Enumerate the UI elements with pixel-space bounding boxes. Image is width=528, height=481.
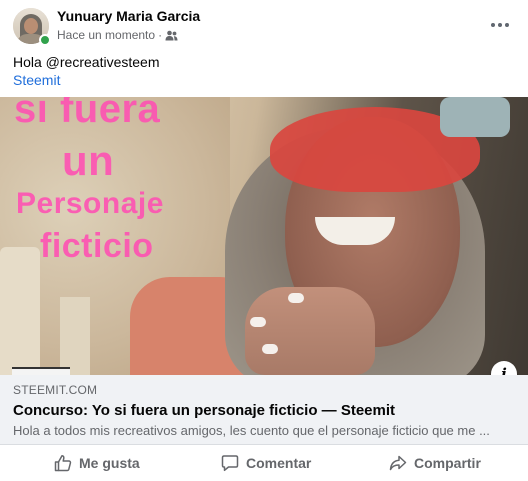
image-overlay-line: Personaje (16, 187, 164, 220)
share-button[interactable]: Compartir (389, 447, 481, 479)
more-options-icon[interactable] (485, 10, 515, 40)
post-timestamp[interactable]: Hace un momento (57, 28, 155, 42)
post-link[interactable]: Steemit (13, 71, 60, 89)
link-title[interactable]: Concurso: Yo si fuera un personaje ficti… (13, 402, 395, 419)
facebook-post: Yunuary Maria Garcia Hace un momento · H… (0, 0, 528, 481)
post-meta: Hace un momento · (57, 28, 178, 42)
meta-separator: · (158, 28, 163, 42)
link-preview[interactable]: STEEMIT.COM Concurso: Yo si fuera un per… (0, 375, 528, 445)
link-domain: STEEMIT.COM (13, 383, 98, 397)
share-arrow-icon (389, 454, 407, 472)
author-name[interactable]: Yunuary Maria Garcia (57, 8, 200, 24)
online-status-dot (39, 34, 51, 46)
image-overlay-line: ficticio (40, 227, 154, 265)
shared-link-image[interactable]: si fuera un Personaje ficticio i (0, 97, 528, 375)
info-icon[interactable]: i (491, 361, 517, 375)
like-label: Me gusta (79, 455, 140, 471)
comment-button[interactable]: Comentar (221, 447, 311, 479)
image-overlay-line: si fuera (14, 97, 161, 131)
like-button[interactable]: Me gusta (54, 447, 140, 479)
image-overlay-line: un (62, 137, 115, 184)
friends-icon[interactable] (165, 30, 178, 41)
post-actions: Me gusta Comentar Compartir (0, 445, 528, 481)
post-text: Hola @recreativesteem (13, 54, 160, 70)
share-label: Compartir (414, 455, 481, 471)
comment-label: Comentar (246, 455, 312, 471)
comment-bubble-icon (221, 454, 239, 472)
thumbs-up-icon (54, 454, 72, 472)
link-description: Hola a todos mis recreativos amigos, les… (13, 423, 490, 438)
